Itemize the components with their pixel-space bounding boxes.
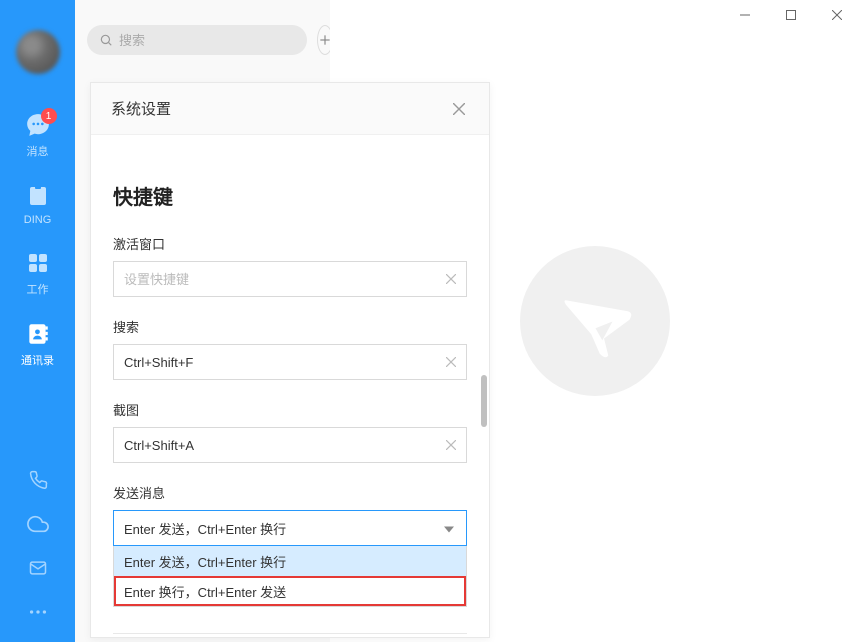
label-screenshot: 截图 [113, 400, 467, 419]
chat-icon: 1 [25, 112, 51, 138]
clear-button[interactable] [446, 354, 456, 370]
shortcut-screenshot-row [113, 427, 467, 463]
grid-icon [25, 250, 51, 276]
clear-button[interactable] [446, 437, 456, 453]
nav-phone[interactable] [0, 458, 75, 502]
wing-icon [553, 279, 638, 364]
label-search: 搜索 [113, 317, 467, 336]
nav-label: 通讯录 [21, 352, 54, 368]
clear-button[interactable] [446, 271, 456, 287]
window-controls [722, 0, 860, 30]
send-message-option-1[interactable]: Enter 换行，Ctrl+Enter 发送 [114, 576, 466, 606]
scrollbar-thumb[interactable] [481, 375, 487, 427]
close-icon [446, 357, 456, 367]
chevron-down-icon [444, 521, 454, 536]
phone-icon [28, 470, 48, 490]
label-send-message: 发送消息 [113, 483, 467, 502]
search-box[interactable] [87, 25, 307, 55]
panel-title: 系统设置 [111, 98, 171, 119]
shortcut-search-input[interactable] [124, 355, 432, 370]
close-window-button[interactable] [814, 0, 860, 30]
close-icon [446, 274, 456, 284]
minimize-button[interactable] [722, 0, 768, 30]
nav-more[interactable] [0, 590, 75, 634]
divider [113, 633, 467, 634]
shortcut-search-row [113, 344, 467, 380]
nav-label: 消息 [27, 143, 49, 159]
shortcut-activate-window-row [113, 261, 467, 297]
topbar [75, 0, 330, 80]
nav-label: DING [24, 214, 52, 226]
nav-mail[interactable] [0, 546, 75, 590]
section-shortcuts-title: 快捷键 [113, 181, 467, 210]
bottom-nav [0, 458, 75, 642]
search-input[interactable] [119, 33, 295, 48]
panel-header: 系统设置 [91, 83, 489, 135]
badge: 1 [41, 108, 57, 124]
ding-icon [25, 183, 51, 209]
panel-body: 快捷键 激活窗口 搜索 截图 发送消息 Enter 发送，Ctrl [91, 135, 489, 637]
label-activate-window: 激活窗口 [113, 234, 467, 253]
close-icon [446, 440, 456, 450]
send-message-dropdown: Enter 发送，Ctrl+Enter 换行 Enter 换行，Ctrl+Ent… [113, 546, 467, 607]
shortcut-activate-window-input[interactable] [124, 272, 432, 287]
nav-cloud[interactable] [0, 502, 75, 546]
contacts-icon [25, 321, 51, 347]
mail-icon [28, 558, 48, 578]
brand-placeholder [520, 246, 670, 396]
nav-label: 工作 [27, 281, 49, 297]
shortcut-screenshot-input[interactable] [124, 438, 432, 453]
panel-close-button[interactable] [449, 99, 469, 119]
sidebar: 1 消息 DING 工作 通讯录 [0, 0, 75, 642]
select-value: Enter 发送，Ctrl+Enter 换行 [124, 519, 286, 538]
avatar[interactable] [16, 30, 60, 74]
truncated-prev-row [113, 145, 467, 153]
nav-contacts[interactable]: 通讯录 [0, 309, 75, 380]
close-icon [453, 103, 465, 115]
search-icon [99, 33, 113, 47]
send-message-option-0[interactable]: Enter 发送，Ctrl+Enter 换行 [114, 546, 466, 576]
more-icon [27, 601, 49, 623]
send-message-select[interactable]: Enter 发送，Ctrl+Enter 换行 [113, 510, 467, 546]
nav-ding[interactable]: DING [0, 171, 75, 238]
nav-messages[interactable]: 1 消息 [0, 100, 75, 171]
settings-panel: 系统设置 快捷键 激活窗口 搜索 截图 [90, 82, 490, 638]
cloud-icon [27, 513, 49, 535]
maximize-button[interactable] [768, 0, 814, 30]
nav-work[interactable]: 工作 [0, 238, 75, 309]
